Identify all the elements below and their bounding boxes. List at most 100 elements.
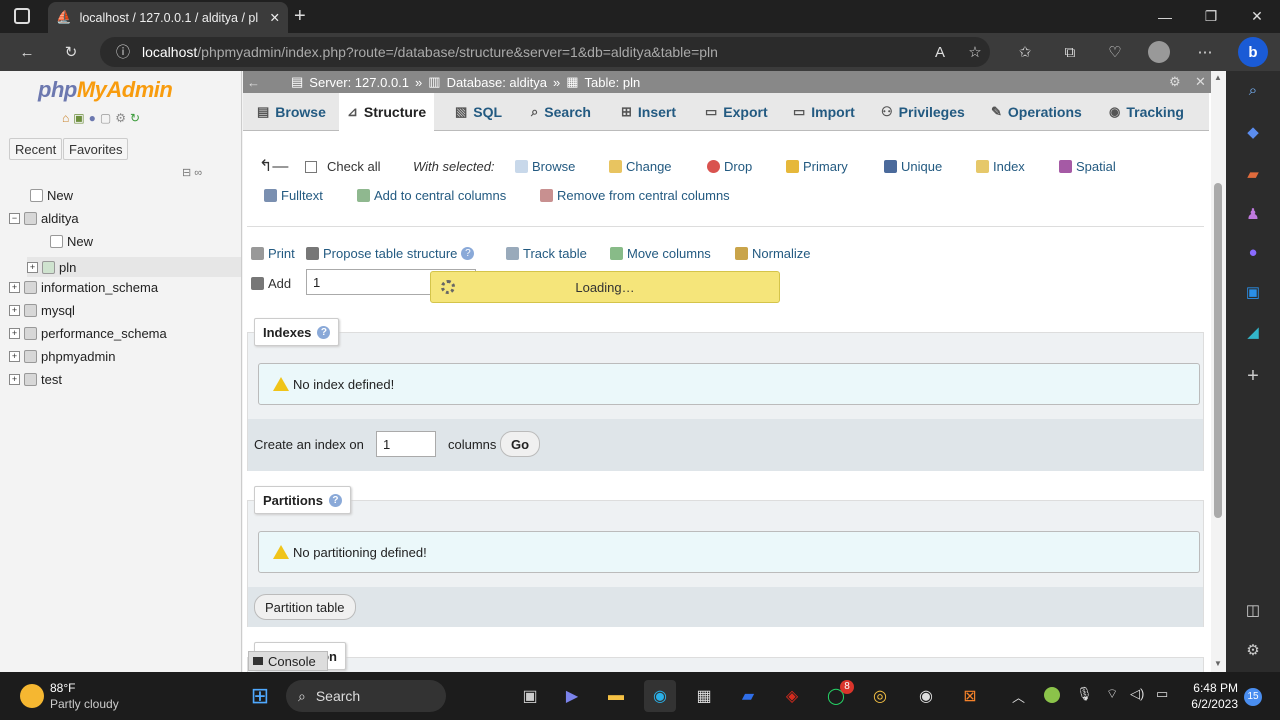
favorites-button[interactable]: Favorites <box>63 138 129 160</box>
expand-icon[interactable]: + <box>9 351 20 362</box>
obs-icon[interactable]: ◉ <box>910 680 942 712</box>
start-icon[interactable]: ⊞ <box>244 680 276 712</box>
store-icon[interactable]: ▦ <box>688 680 720 712</box>
show-hidden-icon[interactable]: ︿ <box>1012 687 1025 706</box>
tree-item-pln[interactable]: + pln <box>27 257 241 277</box>
tab-tracking[interactable]: ◉ Tracking <box>1101 93 1192 131</box>
add-icon[interactable]: + <box>1240 363 1266 389</box>
performance-icon[interactable]: ♡ <box>1100 37 1130 67</box>
tree-item-mysql[interactable]: + mysql <box>9 303 75 318</box>
check-all[interactable]: Check all <box>305 159 380 174</box>
settings-icon[interactable]: ⚙ <box>1169 74 1181 90</box>
recent-button[interactable]: Recent <box>9 138 63 160</box>
main-scrollbar[interactable]: ▲ ▼ <box>1211 71 1226 672</box>
tree-item-new-table[interactable]: New <box>50 234 93 249</box>
tree-item-phpmyadmin[interactable]: + phpmyadmin <box>9 349 115 364</box>
bing-copilot-icon[interactable]: b <box>1238 37 1268 67</box>
index-columns-input[interactable]: 1 <box>376 431 436 457</box>
tab-insert[interactable]: ⊞ Insert <box>613 93 684 131</box>
spatial-action[interactable]: Spatial <box>1059 159 1116 174</box>
tree-item-information-schema[interactable]: + information_schema <box>9 280 158 295</box>
teams-icon[interactable]: ▶ <box>556 680 588 712</box>
more-icon[interactable]: ⋯ <box>1190 37 1220 67</box>
drop-action[interactable]: Drop <box>707 159 752 174</box>
track-table-link[interactable]: Track table <box>506 246 587 261</box>
change-action[interactable]: Change <box>609 159 672 174</box>
expand-icon[interactable]: + <box>9 328 20 339</box>
unique-action[interactable]: Unique <box>884 159 942 174</box>
app-icon[interactable]: ▰ <box>732 680 764 712</box>
battery-icon[interactable]: ▭ <box>1156 686 1168 702</box>
move-columns-link[interactable]: Move columns <box>610 246 711 261</box>
profile-avatar-icon[interactable] <box>1144 37 1174 67</box>
remove-central-action[interactable]: Remove from central columns <box>540 188 730 203</box>
go-button[interactable]: Go <box>500 431 541 457</box>
settings-icon[interactable]: ⚙ <box>1240 637 1266 663</box>
primary-action[interactable]: Primary <box>786 159 848 174</box>
tab-sql[interactable]: ▧ SQL <box>447 93 510 131</box>
chrome-icon[interactable]: ◎ <box>864 680 896 712</box>
check-all-checkbox[interactable] <box>305 160 317 173</box>
help-icon[interactable]: ● <box>89 111 96 125</box>
tab-browse[interactable]: ▤ Browse <box>249 93 334 131</box>
collapse-all-icon[interactable]: ⊟ ∞ <box>182 166 202 179</box>
console-toggle[interactable]: Console <box>248 651 328 671</box>
edge-icon[interactable]: ◉ <box>644 680 676 712</box>
scroll-down-icon[interactable]: ▼ <box>1214 659 1222 668</box>
print-link[interactable]: Print <box>251 246 295 261</box>
notification-badge[interactable]: 15 <box>1244 688 1262 706</box>
browser-tab[interactable]: ⛵ localhost / 127.0.0.1 / alditya / pl ✕ <box>48 2 288 33</box>
tab-structure[interactable]: ⊿ Structure <box>339 93 435 131</box>
partition-table-button[interactable]: Partition table <box>254 594 356 620</box>
help-icon[interactable]: ? <box>328 493 342 507</box>
drop-icon[interactable]: ◢ <box>1240 319 1266 345</box>
favorites-icon[interactable]: ✩ <box>1010 37 1040 67</box>
home-icon[interactable]: ⌂ <box>62 111 69 125</box>
add-central-action[interactable]: Add to central columns <box>357 188 506 203</box>
volume-icon[interactable]: ◁) <box>1130 686 1144 702</box>
collections-icon[interactable]: ⧉ <box>1055 37 1085 67</box>
propose-structure-link[interactable]: Propose table structure? <box>306 246 475 261</box>
info-icon[interactable]: ⓘ <box>116 42 130 62</box>
tab-import[interactable]: ▭ Import <box>785 93 863 131</box>
browse-action[interactable]: Browse <box>515 159 575 174</box>
microphone-icon[interactable]: 🎙 <box>1076 686 1093 702</box>
tray-app-icon[interactable] <box>1044 687 1060 703</box>
back-icon[interactable]: ← <box>12 37 42 67</box>
expand-icon[interactable]: + <box>9 282 20 293</box>
close-window-icon[interactable]: ✕ <box>1234 0 1280 33</box>
help-icon[interactable]: ? <box>461 247 475 260</box>
minimize-icon[interactable]: — <box>1142 0 1188 33</box>
games-icon[interactable]: ♟ <box>1240 201 1266 227</box>
tab-operations[interactable]: ✎ Operations <box>983 93 1090 131</box>
tab-privileges[interactable]: ⚇ Privileges <box>873 93 973 131</box>
tree-item-new-db[interactable]: New <box>30 188 73 203</box>
wifi-icon[interactable]: ⌔ <box>1106 686 1118 702</box>
index-action[interactable]: Index <box>976 159 1025 174</box>
clock-time[interactable]: 6:48 PM <box>1186 681 1238 695</box>
close-tab-icon[interactable]: ✕ <box>270 10 280 25</box>
read-aloud-icon[interactable]: A <box>925 37 955 67</box>
collapse-nav-icon[interactable]: ← <box>247 75 260 90</box>
close-icon[interactable]: ✕ <box>1195 74 1206 90</box>
outlook-icon[interactable]: ▣ <box>1240 279 1266 305</box>
new-tab-icon[interactable]: + <box>294 5 306 28</box>
maximize-icon[interactable]: ❐ <box>1188 0 1234 33</box>
reload-nav-icon[interactable]: ↻ <box>130 111 140 125</box>
scroll-thumb[interactable] <box>1214 183 1222 518</box>
mcafee-icon[interactable]: ◈ <box>776 680 808 712</box>
scroll-up-icon[interactable]: ▲ <box>1214 73 1222 82</box>
url-field[interactable]: ⓘ localhost /phpmyadmin/index.php?route=… <box>100 37 990 67</box>
task-view-icon[interactable]: ▣ <box>514 680 546 712</box>
breadcrumb-table[interactable]: Table: pln <box>585 75 641 90</box>
clock-date[interactable]: 6/2/2023 <box>1186 697 1238 711</box>
weather-icon[interactable] <box>20 684 44 708</box>
docs-icon[interactable]: ▢ <box>100 111 111 125</box>
xampp-icon[interactable]: ⊠ <box>954 680 986 712</box>
collapse-icon[interactable]: − <box>9 213 20 224</box>
normalize-link[interactable]: Normalize <box>735 246 811 261</box>
expand-icon[interactable]: + <box>9 305 20 316</box>
tab-actions-icon[interactable] <box>14 8 30 24</box>
tree-item-alditya[interactable]: − alditya <box>9 211 79 226</box>
tab-export[interactable]: ▭ Export <box>697 93 776 131</box>
